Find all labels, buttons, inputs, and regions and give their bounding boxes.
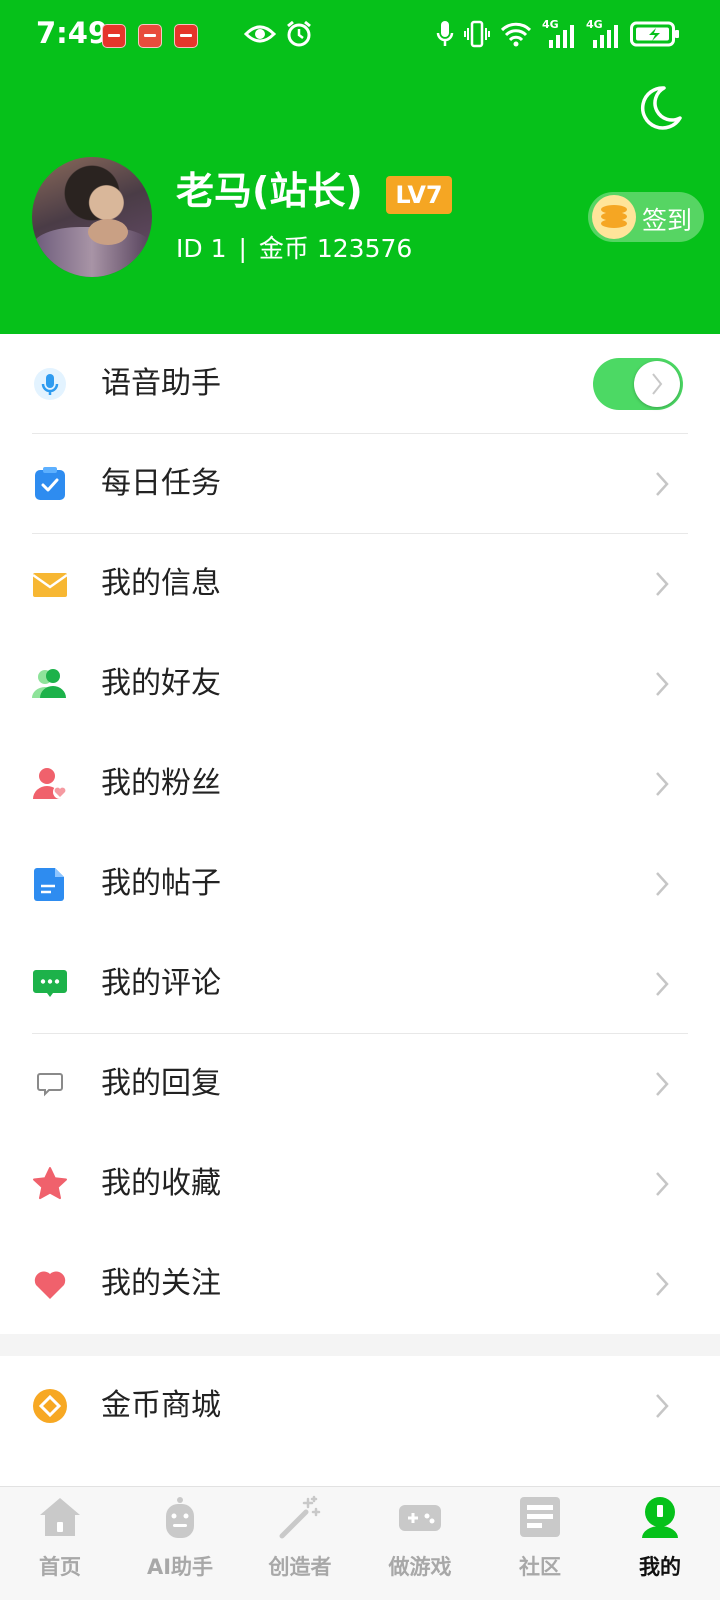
- menu-item-my-messages[interactable]: 我的信息: [0, 534, 720, 634]
- section-gap: [0, 1334, 720, 1356]
- notification-icon: [174, 24, 198, 48]
- menu-item-my-posts[interactable]: 我的帖子: [0, 834, 720, 934]
- tab-community[interactable]: 社区: [480, 1487, 600, 1600]
- signin-label: 签到: [642, 206, 693, 235]
- tab-label: 做游戏: [388, 1555, 452, 1579]
- microphone-icon: [34, 368, 66, 400]
- signal-icon: 4G: [586, 19, 620, 48]
- star-icon: [33, 1167, 67, 1200]
- reply-icon: [37, 1073, 63, 1097]
- alarm-icon: [287, 20, 311, 47]
- menu-item-coin-mall[interactable]: 金币商城: [0, 1356, 720, 1456]
- signin-button[interactable]: 签到: [588, 192, 704, 242]
- chevron-right-icon: [656, 972, 669, 996]
- signal-icon: 4G: [542, 19, 576, 48]
- gamepad-icon: [399, 1505, 441, 1531]
- mail-icon: [32, 573, 68, 597]
- chevron-right-icon: [656, 672, 669, 696]
- chevron-right-icon: [656, 1394, 669, 1418]
- menu-item-my-fans[interactable]: 我的粉丝: [0, 734, 720, 834]
- profile-icon: [642, 1497, 678, 1538]
- menu-item-my-favorites[interactable]: 我的收藏: [0, 1134, 720, 1234]
- profile-header: 7:49 4G 4G 老马(站长) LV7 ID 1 | 金币 123576 签…: [0, 0, 720, 334]
- status-time: 7:49: [36, 16, 109, 50]
- menu-list: 语音助手 每日任务 我的信息 我的好友 我的粉丝 我的帖子 我的评论 我的回复 …: [0, 334, 720, 1456]
- tab-creator[interactable]: 创造者: [240, 1487, 360, 1600]
- chevron-right-icon: [656, 1272, 669, 1296]
- chevron-right-icon: [656, 572, 669, 596]
- username: 老马(站长): [176, 169, 363, 213]
- menu-item-my-friends[interactable]: 我的好友: [0, 634, 720, 734]
- menu-label: 我的评论: [101, 966, 221, 1001]
- level-badge: LV7: [386, 176, 452, 214]
- chevron-right-icon: [656, 772, 669, 796]
- fans-icon: [33, 768, 67, 799]
- menu-label: 我的好友: [101, 666, 221, 701]
- menu-label: 每日任务: [101, 466, 221, 501]
- user-id: ID 1: [176, 234, 227, 263]
- task-icon: [35, 467, 65, 500]
- info-separator: |: [238, 234, 247, 263]
- menu-item-my-following[interactable]: 我的关注: [0, 1234, 720, 1334]
- home-icon: [40, 1498, 80, 1536]
- mic-icon: [436, 21, 454, 46]
- menu-item-my-comments[interactable]: 我的评论: [0, 934, 720, 1034]
- menu-label: 我的关注: [101, 1266, 221, 1301]
- robot-icon: [166, 1497, 194, 1538]
- coin-balance: 金币 123576: [258, 234, 413, 263]
- post-icon: [34, 868, 64, 901]
- menu-label: 我的粉丝: [101, 766, 221, 801]
- menu-item-daily-tasks[interactable]: 每日任务: [0, 434, 720, 534]
- menu-label: 金币商城: [101, 1388, 221, 1423]
- tab-label: 我的: [639, 1555, 681, 1579]
- battery-icon: [630, 21, 679, 47]
- tab-label: 首页: [39, 1555, 81, 1579]
- coin-icon: [592, 195, 636, 239]
- tab-label: 创造者: [268, 1555, 332, 1579]
- comment-icon: [33, 970, 67, 997]
- menu-label: 我的收藏: [101, 1166, 221, 1201]
- magic-wand-icon: [279, 1495, 321, 1539]
- status-icons: 4G 4G: [436, 19, 680, 48]
- menu-label: 我的帖子: [101, 866, 221, 901]
- heart-icon: [34, 1271, 66, 1299]
- chevron-right-icon: [656, 872, 669, 896]
- tab-label: AI助手: [146, 1555, 214, 1579]
- chevron-right-icon: [656, 472, 669, 496]
- tab-profile[interactable]: 我的: [600, 1487, 720, 1600]
- menu-label: 语音助手: [101, 366, 221, 401]
- notification-icon: [102, 24, 126, 48]
- user-info: ID 1 | 金币 123576: [176, 232, 412, 266]
- coin-mall-icon: [33, 1389, 67, 1423]
- voice-assistant-toggle[interactable]: [593, 358, 683, 410]
- avatar[interactable]: [32, 157, 152, 277]
- chevron-right-icon: [656, 1172, 669, 1196]
- vibrate-icon: [464, 20, 490, 48]
- tab-make-game[interactable]: 做游戏: [360, 1487, 480, 1600]
- wifi-icon: [500, 22, 532, 47]
- community-icon: [520, 1497, 560, 1537]
- chevron-right-icon: [656, 1072, 669, 1096]
- dark-mode-icon[interactable]: [636, 84, 684, 132]
- bottom-tab-bar: 首页 AI助手 创造者 做游戏 社区 我的: [0, 1486, 720, 1600]
- friends-icon: [32, 669, 66, 698]
- tab-ai-assistant[interactable]: AI助手: [120, 1487, 240, 1600]
- status-bar: 7:49 4G 4G: [0, 0, 720, 70]
- tab-home[interactable]: 首页: [0, 1487, 120, 1600]
- menu-item-voice-assistant[interactable]: 语音助手: [0, 334, 720, 434]
- eye-icon: [244, 25, 276, 43]
- tab-label: 社区: [519, 1555, 561, 1579]
- notification-icon: [138, 24, 162, 48]
- menu-label: 我的回复: [101, 1066, 221, 1101]
- menu-item-my-replies[interactable]: 我的回复: [0, 1034, 720, 1134]
- menu-label: 我的信息: [101, 566, 221, 601]
